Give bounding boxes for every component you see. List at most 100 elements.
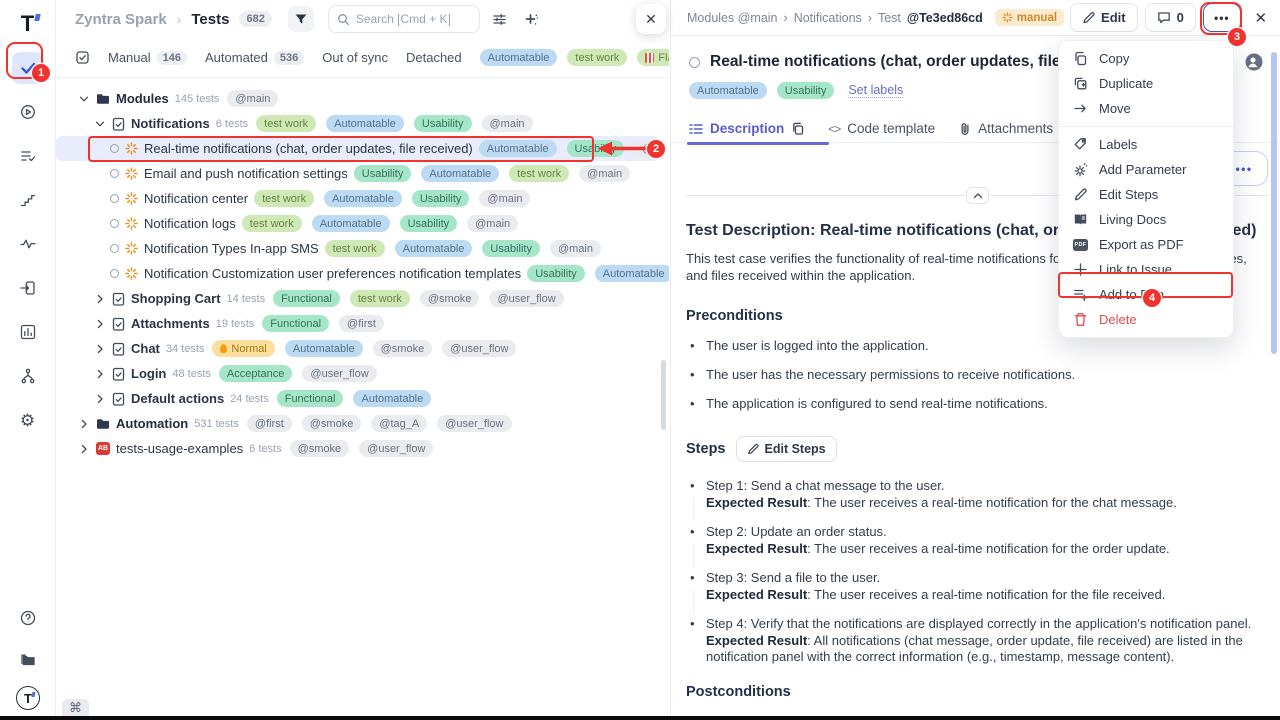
sidebar-item-runs[interactable] [12, 96, 44, 128]
ab-repo-icon: AB [96, 442, 110, 455]
tab-description[interactable]: Description [689, 121, 804, 136]
chip-automatable: Automatable [479, 140, 557, 157]
chevron-right-icon[interactable] [94, 368, 106, 380]
menu-item-link-to-issue[interactable]: Link to Issue [1059, 257, 1233, 282]
workspace-avatar[interactable]: T [16, 686, 40, 710]
close-icon: ✕ [1255, 9, 1268, 27]
projects-button[interactable] [12, 644, 44, 676]
bulk-select-button[interactable] [75, 46, 90, 70]
edit-button[interactable]: Edit [1070, 3, 1138, 32]
breadcrumb-modules[interactable]: Modules @main [687, 11, 778, 25]
chevron-right-icon[interactable] [94, 318, 106, 330]
menu-item-add-parameter[interactable]: Add Parameter [1059, 157, 1233, 182]
chip--main: @main [227, 90, 278, 107]
chip--user-flow: @user_flow [489, 290, 563, 307]
tree-row-notification-customization[interactable]: Notification Customization user preferen… [56, 261, 669, 286]
tree-row-modules[interactable]: Modules 145 tests @main [56, 86, 669, 111]
tree-row-chat[interactable]: Chat 34 tests NormalAutomatable@smoke@us… [56, 336, 669, 361]
chevron-right-icon[interactable] [94, 393, 106, 405]
tab-manual[interactable]: Manual146 [108, 50, 187, 65]
help-button[interactable] [12, 602, 44, 634]
chevron-up-icon [973, 192, 983, 200]
menu-item-labels[interactable]: Labels [1059, 132, 1233, 157]
menu-item-export-pdf[interactable]: PDF Export as PDF [1059, 232, 1233, 257]
close-detail-button[interactable]: ✕ [1248, 5, 1274, 31]
comments-button[interactable]: 0 [1145, 3, 1196, 32]
menu-item-edit-steps[interactable]: Edit Steps [1059, 182, 1233, 207]
collapse-description-button[interactable] [966, 187, 989, 204]
menu-item-duplicate[interactable]: Duplicate [1059, 71, 1233, 96]
chip--smoke: @smoke [290, 440, 350, 457]
tree-row-tests-usage-examples[interactable]: AB tests-usage-examples 6 tests @smoke@u… [56, 436, 669, 461]
left-scrollbar-thumb[interactable] [661, 360, 666, 430]
tree-row-login[interactable]: Login 48 tests Acceptance@user_flow [56, 361, 669, 386]
play-circle-icon [19, 103, 37, 121]
tab-automated[interactable]: Automated536 [205, 50, 304, 65]
search-input[interactable] [356, 12, 468, 26]
tree-row-default-actions[interactable]: Default actions 24 tests FunctionalAutom… [56, 386, 669, 411]
assignee-avatar-icon[interactable] [1244, 52, 1264, 72]
tree-row-shopping-cart[interactable]: Shopping Cart 14 tests Functionaltest wo… [56, 286, 669, 311]
tab-out-of-sync[interactable]: Out of sync [322, 50, 388, 65]
chip-flaky[interactable]: Flaky [637, 49, 669, 66]
chevron-down-icon[interactable] [94, 118, 106, 130]
tree-row-notification-types[interactable]: Notification Types In-app SMS test workA… [56, 236, 669, 261]
set-labels-link[interactable]: Set labels [848, 83, 903, 98]
tree-row-attachments[interactable]: Attachments 19 tests Functional@first [56, 311, 669, 336]
tree-row-automation[interactable]: Automation 531 tests @first@smoke@tag_A@… [56, 411, 669, 436]
trash-icon [1073, 312, 1088, 327]
chip--smoke: @smoke [373, 340, 433, 357]
chip-test-work: test work [256, 115, 316, 132]
sidebar-item-branches[interactable] [12, 360, 44, 392]
search-box[interactable] [328, 5, 480, 33]
sidebar-item-settings[interactable]: ⚙ [12, 404, 44, 436]
chip-test-work[interactable]: test work [567, 49, 627, 66]
chevron-right-icon[interactable] [94, 343, 106, 355]
sidebar-item-milestones[interactable] [12, 184, 44, 216]
sidebar-item-requirements[interactable] [12, 272, 44, 304]
tree-row-email-push-settings[interactable]: Email and push notification settings Usa… [56, 161, 669, 186]
close-panel-button[interactable]: ✕ [636, 4, 666, 34]
menu-item-move[interactable]: Move [1059, 96, 1233, 121]
steps-list: Step 1: Send a chat message to the user.… [686, 478, 1268, 666]
menu-item-delete[interactable]: Delete [1059, 307, 1233, 332]
breadcrumb-project[interactable]: Zyntra Spark [75, 11, 167, 28]
test-id: @Te3ed86cd [907, 11, 983, 25]
tab-attachments[interactable]: Attachments [959, 121, 1053, 136]
tree-row-notifications[interactable]: Notifications 6 tests test workAutomatab… [56, 111, 669, 136]
app-logo-icon[interactable]: T [12, 8, 44, 40]
chip--main: @main [550, 240, 601, 257]
tree-row-notification-center[interactable]: Notification center test workAutomatable… [56, 186, 669, 211]
preconditions-list: The user is logged into the application.… [686, 338, 1268, 412]
status-circle-icon[interactable] [689, 57, 700, 68]
ellipsis-icon: ••• [1235, 162, 1252, 176]
tab-detached[interactable]: Detached [406, 50, 462, 65]
tree-row-realtime-notifications[interactable]: Real-time notifications (chat, order upd… [56, 136, 659, 161]
sidebar-item-plans[interactable] [12, 140, 44, 172]
chip-usability: Usability [777, 82, 835, 99]
chevron-right-icon[interactable] [78, 418, 90, 430]
folder-icon [96, 92, 110, 105]
chip-test-work: test work [325, 240, 385, 257]
view-settings-button[interactable] [488, 7, 512, 31]
chevron-down-icon[interactable] [78, 93, 90, 105]
chip-automatable[interactable]: Automatable [480, 49, 558, 66]
create-with-ai-button[interactable] [520, 7, 544, 31]
tree-row-notification-logs[interactable]: Notification logs test workAutomatableUs… [56, 211, 669, 236]
spark-icon [125, 217, 138, 230]
edit-steps-button[interactable]: Edit Steps [736, 436, 837, 462]
chevron-right-icon[interactable] [78, 443, 90, 455]
sidebar-item-analytics[interactable] [12, 316, 44, 348]
right-scrollbar-thumb[interactable] [1271, 52, 1277, 354]
menu-item-living-docs[interactable]: Living Docs [1059, 207, 1233, 232]
sidebar-item-activity[interactable] [12, 228, 44, 260]
copy-icon[interactable] [791, 122, 804, 135]
tab-code-template[interactable]: <> Code template [828, 121, 935, 136]
chevron-right-icon[interactable] [94, 293, 106, 305]
breadcrumb-notifications[interactable]: Notifications [794, 11, 862, 25]
spark-icon [125, 192, 138, 205]
menu-item-copy[interactable]: Copy [1059, 46, 1233, 71]
chip-automatable: Automatable [285, 340, 363, 357]
filter-button[interactable] [288, 6, 314, 32]
filter-chips: Automatabletest workFlaky⚑ [480, 49, 669, 67]
